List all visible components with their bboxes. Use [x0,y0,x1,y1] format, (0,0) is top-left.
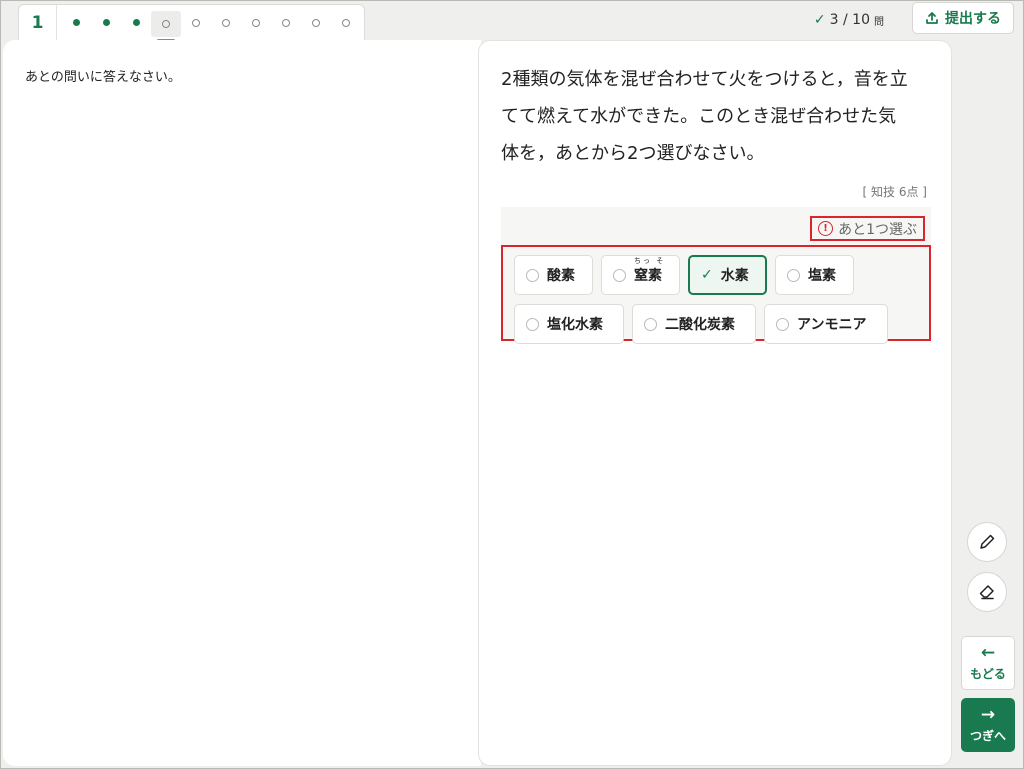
question-dot-7[interactable] [241,5,271,40]
check-icon: ✓ [813,12,826,28]
question-line: 2種類の気体を混ぜ合わせて火をつけると，音を立 [501,69,908,90]
question-dot-4[interactable] [151,10,181,42]
eraser-tool-button[interactable] [967,572,1007,612]
question-text: 2種類の気体を混ぜ合わせて火をつけると，音を立 てて燃えて水ができた。このとき混… [501,61,931,172]
back-button[interactable]: ← もどる [961,636,1015,690]
eraser-icon [979,585,994,600]
choice-label: 窒素 [634,268,662,284]
question-dot-5[interactable] [181,5,211,40]
question-nav: 1 [18,4,365,42]
choice-label: 塩素 [808,268,836,284]
instruction-text: あとの問いに答えなさい。 [25,70,181,85]
passage-panel: あとの問いに答えなさい。 [3,40,481,766]
answered-progress: ✓ 3 / 10 問 [814,12,884,28]
question-dot-9[interactable] [301,5,331,40]
choice-button[interactable]: 塩化水素 [514,304,624,344]
alert-icon: ! [818,221,834,236]
radio-circle-icon [526,268,539,282]
next-button[interactable]: → つぎへ [961,698,1015,752]
choice-button[interactable]: 二酸化炭素 [632,304,756,344]
question-dot-2[interactable] [91,5,121,40]
back-label: もどる [970,666,1006,681]
radio-circle-icon [787,268,800,282]
choice-ruby: ちっ そ [634,256,666,266]
radio-circle-icon [526,317,539,331]
choice-button-selected[interactable]: ✓ 水素 [688,255,767,295]
question-dot-6[interactable] [211,5,241,40]
radio-circle-icon [613,268,626,282]
progress-count: 3 / 10 [829,12,870,28]
question-line: てて燃えて水ができた。このとき混ぜ合わせた気 [501,106,897,127]
question-number[interactable]: 1 [19,5,57,40]
choice-button[interactable]: 酸素 [514,255,593,295]
remaining-selection-notice: ! あと1つ選ぶ [810,216,925,241]
next-label: つぎへ [969,728,1006,743]
question-dot-3[interactable] [121,5,151,40]
points-label: [ 知技 6点 ] [862,185,927,199]
arrow-right-icon: → [980,704,996,725]
check-icon: ✓ [701,267,713,283]
choice-label-with-ruby: ちっ そ 窒素 [634,256,663,285]
submit-label: 提出する [945,11,1001,27]
radio-circle-icon [776,317,789,331]
choice-button[interactable]: アンモニア [764,304,888,344]
upload-icon [926,12,938,24]
pencil-icon [980,534,995,549]
choices-group: 酸素 ちっ そ 窒素 ✓ 水素 塩素 塩化水素 二酸化炭素 アンモニア [501,245,931,344]
arrow-left-icon: ← [980,642,996,663]
question-dot-10[interactable] [331,5,361,40]
question-dots [57,5,361,42]
question-line: 体を，あとから2つ選びなさい。 [501,143,765,164]
choice-button[interactable]: 塩素 [775,255,854,295]
answer-area: ! あと1つ選ぶ 酸素 ちっ そ 窒素 ✓ 水素 塩素 塩化水素 二酸化炭素 ア… [501,207,931,344]
choice-label: 二酸化炭素 [665,317,735,333]
pen-tool-button[interactable] [967,522,1007,562]
question-dot-8[interactable] [271,5,301,40]
question-panel: 2種類の気体を混ぜ合わせて火をつけると，音を立 てて燃えて水ができた。このとき混… [478,40,952,766]
choice-label: 水素 [720,268,749,284]
choice-label: 酸素 [547,268,575,284]
choice-label: アンモニア [797,317,867,333]
question-dot-1[interactable] [61,5,91,40]
radio-circle-icon [644,317,657,331]
progress-unit: 問 [874,16,884,28]
submit-button[interactable]: 提出する [912,2,1014,34]
choice-label: 塩化水素 [547,317,603,333]
choice-button[interactable]: ちっ そ 窒素 [601,255,680,295]
remaining-text: あと1つ選ぶ [838,221,917,238]
